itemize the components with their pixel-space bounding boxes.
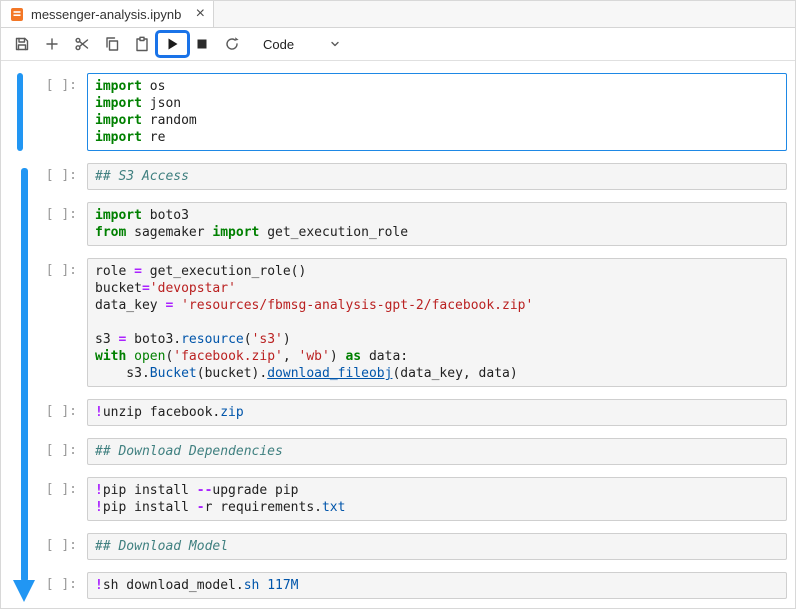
code-line: import random [95,112,779,129]
plus-icon [44,36,60,52]
notebook-cell: [ ]:import osimport jsonimport randomimp… [17,73,787,151]
tab-bar: messenger-analysis.ipynb × [1,1,795,28]
cell-prompt: [ ]: [31,73,87,151]
cell-collapser[interactable] [17,477,23,521]
notebook-cell: [ ]:import boto3from sagemaker import ge… [17,202,787,246]
code-line: import os [95,78,779,95]
code-line: import boto3 [95,207,779,224]
code-line: data_key = 'resources/fbmsg-analysis-gpt… [95,297,779,314]
paste-cells-button[interactable] [127,31,157,58]
notebook-cell: [ ]: ## S3 Access [17,163,787,190]
code-line: ## S3 Access [95,168,779,185]
cell-editor[interactable]: !pip install --upgrade pip!pip install -… [87,477,787,521]
code-line: !sh download_model.sh 117M [95,577,779,594]
cell-editor[interactable]: import boto3from sagemaker import get_ex… [87,202,787,246]
notebook-cell: [ ]: ## Download Dependencies [17,438,787,465]
add-cell-button[interactable] [37,31,67,58]
run-icon [164,36,180,52]
notebook-file-icon [10,7,24,22]
code-line: !unzip facebook.zip [95,404,779,421]
cut-cells-button[interactable] [67,31,97,58]
notebook-cell: [ ]: !unzip facebook.zip [17,399,787,426]
tab-close-icon[interactable]: × [196,6,205,22]
cell-collapser[interactable] [17,438,23,465]
cell-collapser[interactable] [17,73,23,151]
notebook-toolbar: Code [1,28,795,61]
cell-editor[interactable]: !unzip facebook.zip [87,399,787,426]
code-line: role = get_execution_role() [95,263,779,280]
cell-collapser[interactable] [17,572,23,599]
cell-prompt: [ ]: [31,572,87,599]
scissors-icon [74,36,90,52]
save-icon [14,36,30,52]
code-line: ## Download Model [95,538,779,555]
cell-collapser[interactable] [17,533,23,560]
tab-messenger-analysis[interactable]: messenger-analysis.ipynb × [1,1,214,27]
notebook-cell: [ ]:!pip install --upgrade pip!pip insta… [17,477,787,521]
cell-collapser[interactable] [17,258,23,387]
notebook: [ ]:import osimport jsonimport randomimp… [1,61,795,599]
cell-prompt: [ ]: [31,202,87,246]
cell-type-value: Code [263,37,301,52]
cell-collapser[interactable] [17,163,23,190]
code-line: ## Download Dependencies [95,443,779,460]
cell-prompt: [ ]: [31,533,87,560]
cell-prompt: [ ]: [31,258,87,387]
cell-editor[interactable]: role = get_execution_role()bucket='devop… [87,258,787,387]
restart-kernel-button[interactable] [217,31,247,58]
code-line: from sagemaker import get_execution_role [95,224,779,241]
cell-prompt: [ ]: [31,399,87,426]
cell-editor[interactable]: ## Download Model [87,533,787,560]
code-line: s3.Bucket(bucket).download_fileobj(data_… [95,365,779,382]
cell-prompt: [ ]: [31,163,87,190]
code-line: bucket='devopstar' [95,280,779,297]
notebook-cell: [ ]:role = get_execution_role()bucket='d… [17,258,787,387]
code-line: import json [95,95,779,112]
code-line [95,314,779,331]
code-line: with open('facebook.zip', 'wb') as data: [95,348,779,365]
cell-collapser[interactable] [17,399,23,426]
cell-prompt: [ ]: [31,477,87,521]
code-line: !pip install -r requirements.txt [95,499,779,516]
notebook-cell: [ ]: ## Download Model [17,533,787,560]
notebook-cell: [ ]: !sh download_model.sh 117M [17,572,787,599]
cell-editor[interactable]: !sh download_model.sh 117M [87,572,787,599]
cell-collapser[interactable] [17,202,23,246]
cell-editor[interactable]: ## S3 Access [87,163,787,190]
clipboard-icon [134,36,150,52]
tab-title: messenger-analysis.ipynb [31,7,181,22]
copy-icon [104,36,120,52]
chevron-down-icon [329,38,341,50]
restart-icon [224,36,240,52]
code-line: s3 = boto3.resource('s3') [95,331,779,348]
copy-cells-button[interactable] [97,31,127,58]
run-button[interactable] [157,31,187,58]
cell-editor[interactable]: import osimport jsonimport randomimport … [87,73,787,151]
cell-type-dropdown[interactable]: Code [263,37,341,52]
cell-editor[interactable]: ## Download Dependencies [87,438,787,465]
cell-prompt: [ ]: [31,438,87,465]
code-line: import re [95,129,779,146]
code-line: !pip install --upgrade pip [95,482,779,499]
save-button[interactable] [7,31,37,58]
stop-button[interactable] [187,31,217,58]
stop-icon [194,36,210,52]
